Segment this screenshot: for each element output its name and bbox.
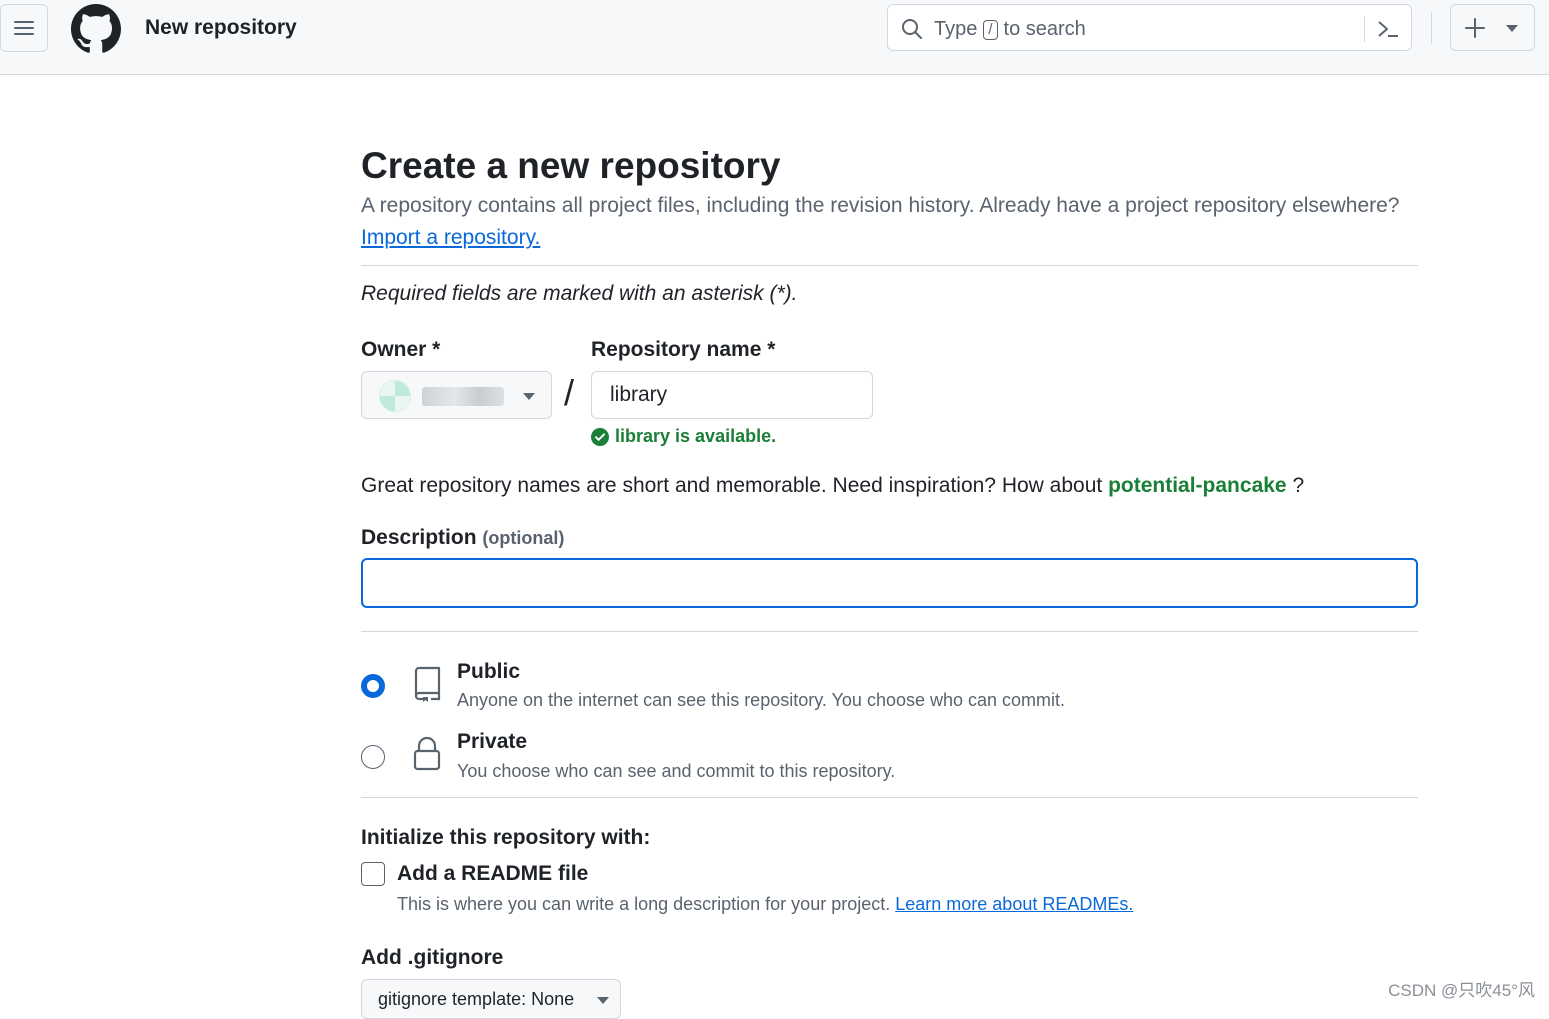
public-title: Public <box>457 660 521 683</box>
initialize-title: Initialize this repository with: <box>361 826 651 849</box>
import-repository-link[interactable]: Import a repository. <box>361 226 540 250</box>
owner-label: Owner * <box>361 338 441 361</box>
lock-icon <box>413 736 441 771</box>
repo-icon <box>414 666 441 702</box>
readme-checkbox[interactable] <box>361 862 385 886</box>
triangle-down-icon <box>1506 25 1518 32</box>
github-logo[interactable] <box>71 4 121 54</box>
description-label: Description (optional) <box>361 526 564 550</box>
visibility-option-private[interactable]: Private You choose who can see and commi… <box>361 730 1418 790</box>
private-description: You choose who can see and commit to thi… <box>457 761 896 781</box>
availability-status: library is available. <box>591 426 776 447</box>
divider <box>361 631 1418 632</box>
check-circle-fill-icon <box>591 427 609 446</box>
required-fields-note: Required fields are marked with an aster… <box>361 282 798 305</box>
header-title[interactable]: New repository <box>145 16 297 40</box>
gitignore-template-select[interactable]: gitignore template: None <box>361 979 621 1019</box>
header-divider <box>1431 12 1432 44</box>
menu-button[interactable] <box>0 4 48 52</box>
name-suggestion-link[interactable]: potential-pancake <box>1108 474 1287 497</box>
private-title: Private <box>457 730 528 753</box>
visibility-option-public[interactable]: Public Anyone on the internet can see th… <box>361 660 1418 720</box>
readme-description: This is where you can write a long descr… <box>397 894 1133 915</box>
triangle-down-icon <box>523 393 535 400</box>
readme-label[interactable]: Add a README file <box>397 862 588 886</box>
owner-select[interactable] <box>361 371 552 419</box>
description-input[interactable] <box>361 558 1418 608</box>
triangle-down-icon <box>597 997 609 1004</box>
page-subtitle: A repository contains all project files,… <box>361 194 1400 217</box>
owner-repo-separator: / <box>564 372 575 413</box>
plus-icon <box>1465 18 1485 38</box>
divider <box>361 797 1418 798</box>
owner-avatar <box>379 380 411 412</box>
inspiration-end: ? <box>1292 474 1305 497</box>
divider <box>361 265 1418 266</box>
new-repo-form: Create a new repository A repository con… <box>361 0 1418 1019</box>
learn-more-readmes-link[interactable]: Learn more about READMEs. <box>895 894 1133 914</box>
public-radio[interactable] <box>361 674 385 698</box>
readme-description-text: This is where you can write a long descr… <box>397 894 891 914</box>
gitignore-title: Add .gitignore <box>361 946 504 969</box>
watermark: CSDN @只吹45°风 <box>1388 981 1535 1000</box>
create-new-button[interactable] <box>1450 4 1535 51</box>
availability-text: library is available. <box>615 426 777 446</box>
optional-hint: (optional) <box>482 528 565 548</box>
owner-name-redacted <box>422 387 504 406</box>
name-inspiration: Great repository names are short and mem… <box>361 474 1304 498</box>
inspiration-text: Great repository names are short and mem… <box>361 474 1103 497</box>
gitignore-template-label: gitignore template: None <box>378 989 575 1009</box>
repo-name-label: Repository name * <box>591 338 776 361</box>
hamburger-icon <box>14 21 34 35</box>
page-title: Create a new repository <box>361 145 781 186</box>
repo-name-input[interactable] <box>591 371 873 419</box>
description-label-text: Description <box>361 526 477 549</box>
public-description: Anyone on the internet can see this repo… <box>457 690 1066 710</box>
private-radio[interactable] <box>361 745 385 769</box>
